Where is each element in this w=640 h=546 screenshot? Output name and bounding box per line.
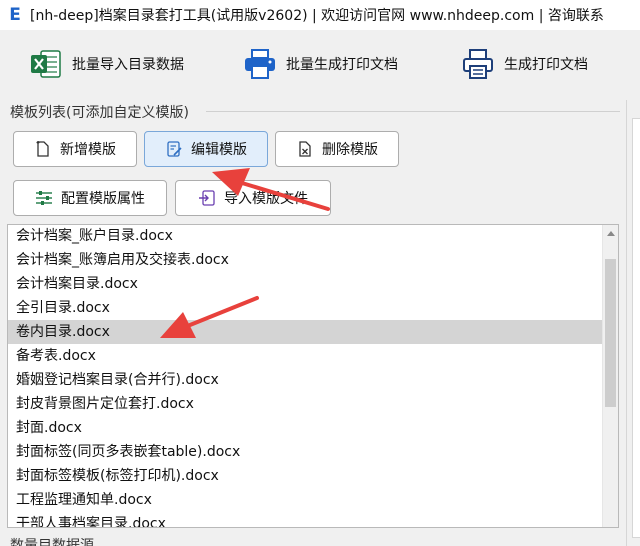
batch-print-docs-label: 批量生成打印文档 [286, 57, 398, 73]
print-doc-label: 生成打印文档 [504, 57, 588, 73]
template-list-item[interactable]: 会计档案目录.docx [8, 272, 604, 296]
main-toolbar: 批量导入目录数据 批量生成打印文档 生成打印文档 [0, 30, 640, 100]
new-file-icon [34, 140, 52, 158]
batch-import-button[interactable]: 批量导入目录数据 [28, 44, 184, 84]
template-list-item[interactable]: 婚姻登记档案目录(合并行).docx [8, 368, 604, 392]
template-list-item[interactable]: 封面标签模板(标签打印机).docx [8, 464, 604, 488]
app-logo-icon: E [9, 5, 21, 25]
sliders-icon [35, 189, 53, 207]
delete-template-button[interactable]: 删除模版 [275, 131, 399, 167]
add-template-label: 新增模版 [60, 142, 116, 158]
import-template-file-button[interactable]: 导入模版文件 [175, 180, 331, 216]
group-divider [206, 111, 620, 112]
template-list-item[interactable]: 会计档案_账簿启用及交接表.docx [8, 248, 604, 272]
print-doc-button[interactable]: 生成打印文档 [460, 44, 588, 84]
batch-print-docs-button[interactable]: 批量生成打印文档 [242, 44, 398, 84]
window-title: [nh-deep]档案目录套打工具(试用版v2602) | 欢迎访问官网 www… [30, 8, 604, 24]
template-list-item[interactable]: 会计档案_账户目录.docx [8, 225, 604, 248]
edit-template-label: 编辑模版 [191, 142, 247, 158]
import-template-file-label: 导入模版文件 [224, 191, 308, 207]
import-icon [198, 189, 216, 207]
scrollbar-thumb[interactable] [605, 259, 616, 407]
batch-import-label: 批量导入目录数据 [72, 57, 184, 73]
template-list-item[interactable]: 封面.docx [8, 416, 604, 440]
template-list-item[interactable]: 封面标签(同页多表嵌套table).docx [8, 440, 604, 464]
title-bar: E [nh-deep]档案目录套打工具(试用版v2602) | 欢迎访问官网 w… [0, 0, 640, 30]
scroll-up-arrow-icon[interactable] [607, 231, 615, 236]
template-list-item[interactable]: 卷内目录.docx [8, 320, 604, 344]
excel-icon [28, 46, 64, 82]
template-list-item[interactable]: 全引目录.docx [8, 296, 604, 320]
template-group-title: 模板列表(可添加自定义模版) [10, 105, 189, 121]
template-list[interactable]: 干部人事档案目录.docx 工程监理通知单.docx 封面标签模板(标签打印机).d… [7, 224, 619, 528]
bottom-section-label: 数量目数据源 [10, 538, 94, 546]
config-template-label: 配置模版属性 [61, 191, 145, 207]
adjacent-panel-edge [626, 100, 640, 546]
template-list-item[interactable]: 工程监理通知单.docx [8, 488, 604, 512]
edit-template-button[interactable]: 编辑模版 [144, 131, 268, 167]
edit-icon [165, 140, 183, 158]
template-list-item[interactable]: 干部人事档案目录.docx [8, 512, 604, 527]
delete-file-icon [296, 140, 314, 158]
template-list-item[interactable]: 封皮背景图片定位套打.docx [8, 392, 604, 416]
add-template-button[interactable]: 新增模版 [13, 131, 137, 167]
template-list-item[interactable]: 备考表.docx [8, 344, 604, 368]
delete-template-label: 删除模版 [322, 142, 378, 158]
printer-outline-icon [460, 46, 496, 82]
printer-icon [242, 46, 278, 82]
config-template-button[interactable]: 配置模版属性 [13, 180, 167, 216]
list-scrollbar[interactable] [602, 225, 618, 527]
